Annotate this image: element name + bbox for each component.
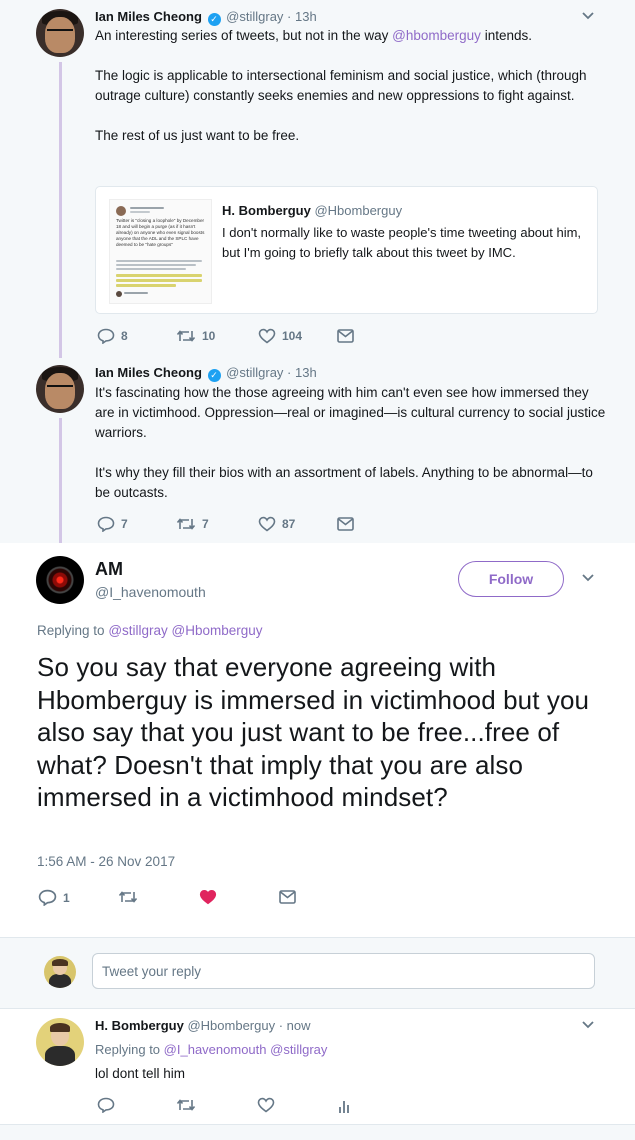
mention-link[interactable]: @stillgray [108,623,167,638]
reply-icon [38,889,57,906]
like-button[interactable]: 87 [258,516,295,532]
reply-icon [97,516,115,532]
envelope-icon [337,329,354,343]
tweet-time[interactable]: · 13h [287,365,317,380]
thread-connector-line [59,418,62,543]
envelope-icon [337,517,354,531]
heart-icon [258,328,276,344]
heart-icon [257,1097,275,1113]
quoted-author-name: H. Bomberguy [222,203,311,218]
chevron-down-icon[interactable] [582,1021,594,1033]
quoted-tweet-image: Twitter is "closing a loophole" by Decem… [109,199,212,304]
reply-icon [97,328,115,344]
retweet-count: 10 [202,329,216,343]
analytics-button[interactable] [338,1098,352,1114]
current-user-avatar[interactable] [44,956,76,988]
tweet-paragraph: It's why they fill their bios with an as… [95,465,593,500]
like-button[interactable]: 104 [258,328,302,344]
reply-composer: Tweet your reply [0,937,635,1009]
mention-link[interactable]: @stillgray [270,1042,327,1057]
quoted-tweet[interactable]: Twitter is "closing a loophole" by Decem… [95,186,598,314]
mention-link[interactable]: @I_havenomouth [164,1042,267,1057]
mention-link[interactable]: @hbomberguy [392,28,481,43]
tweet-time[interactable]: · 13h [287,9,317,24]
retweet-icon [176,330,196,342]
reply-button[interactable]: 8 [97,328,128,344]
tweet-time[interactable]: · now [279,1018,311,1033]
thread-connector-line [59,62,62,358]
tweet-header: H. Bomberguy @Hbomberguy · now [95,1018,311,1033]
author-name[interactable]: Ian Miles Cheong [95,365,202,380]
reply-icon [97,1097,115,1113]
envelope-icon [279,890,296,904]
retweet-button[interactable] [118,889,138,905]
chevron-down-icon[interactable] [582,574,594,586]
author-name[interactable]: Ian Miles Cheong [95,9,202,24]
heart-filled-icon [199,889,217,905]
retweet-icon [118,891,138,903]
verified-badge-icon: ✓ [207,369,221,382]
like-button[interactable] [199,889,217,905]
replying-to: Replying to @stillgray @Hbomberguy [37,623,263,638]
like-count: 104 [282,329,303,343]
author-handle[interactable]: @stillgray [226,9,283,24]
tweet-paragraph: It's fascinating how the those agreeing … [95,385,606,440]
analytics-icon [339,1101,349,1113]
follow-button[interactable]: Follow [458,561,564,597]
timeline-footer [0,1124,635,1140]
direct-message-button[interactable] [337,517,354,531]
verified-badge-icon: ✓ [207,13,221,26]
direct-message-button[interactable] [337,329,354,343]
quoted-tweet-header: H. Bomberguy @Hbomberguy [222,203,402,218]
retweet-button[interactable]: 7 [176,516,209,532]
tweet-paragraph: The logic is applicable to intersectiona… [95,68,587,103]
like-count: 87 [282,517,296,531]
tweet-text-segment: An interesting series of tweets, but not… [95,28,393,43]
tweet-text: lol dont tell him [95,1066,186,1081]
reply-count: 1 [63,890,70,905]
avatar[interactable] [36,1018,84,1066]
reply-button[interactable]: 1 [38,889,70,906]
reply-count: 7 [121,517,128,531]
reply-button[interactable] [97,1097,115,1113]
quoted-tweet-text: I don't normally like to waste people's … [222,225,582,260]
reply-count: 8 [121,329,128,343]
avatar[interactable] [36,556,84,604]
quoted-image-caption: Twitter is "closing a loophole" by Decem… [116,218,205,247]
retweet-count: 7 [202,517,209,531]
tweet-header: Ian Miles Cheong ✓ @stillgray · 13h [95,365,317,382]
author-handle[interactable]: @I_havenomouth [95,584,206,600]
author-handle[interactable]: @stillgray [226,365,283,380]
author-name[interactable]: H. Bomberguy [95,1018,184,1033]
tweet-text: It's fascinating how the those agreeing … [95,383,610,523]
replying-to: Replying to @I_havenomouth @stillgray [95,1042,327,1057]
direct-message-button[interactable] [279,890,296,904]
hal-eye-image [46,566,74,594]
replying-to-label: Replying to [37,623,105,638]
tweet-header: Ian Miles Cheong ✓ @stillgray · 13h [95,9,317,26]
tweet-text: So you say that everyone agreeing with H… [37,652,590,812]
reply-input[interactable]: Tweet your reply [92,953,595,989]
quoted-author-handle: @Hbomberguy [314,203,403,218]
tweet-text-segment: intends. [480,28,532,43]
author-name[interactable]: AM [95,559,123,580]
like-button[interactable] [257,1097,275,1113]
reply-button[interactable]: 7 [97,516,128,532]
tweet-text: An interesting series of tweets, but not… [95,26,615,166]
chevron-down-icon[interactable] [582,12,594,24]
replying-to-label: Replying to [95,1042,161,1057]
retweet-button[interactable] [176,1097,196,1113]
avatar[interactable] [36,365,84,413]
retweet-icon [176,518,196,530]
retweet-button[interactable]: 10 [176,328,215,344]
retweet-icon [176,1099,196,1111]
heart-icon [258,516,276,532]
author-handle[interactable]: @Hbomberguy [187,1018,275,1033]
tweet-timestamp[interactable]: 1:56 AM - 26 Nov 2017 [37,854,175,869]
mention-link[interactable]: @Hbomberguy [172,623,263,638]
tweet-paragraph: The rest of us just want to be free. [95,128,300,143]
avatar[interactable] [36,9,84,57]
